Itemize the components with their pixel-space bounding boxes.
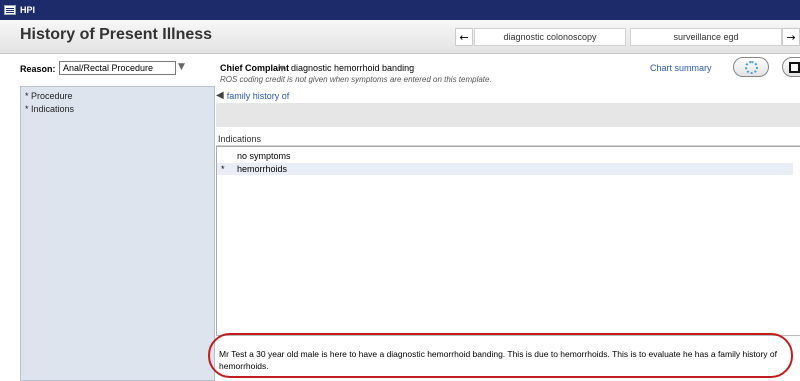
list-item-label: hemorrhoids [237, 164, 288, 174]
sidebar-item-indications[interactable]: * Indications [25, 103, 214, 116]
back-arrow-icon: ◀ [216, 90, 224, 101]
reason-dropdown-icon[interactable]: ▼ [178, 62, 185, 72]
next-tab-arrow-icon[interactable]: → [782, 28, 800, 46]
save-disk-icon [789, 61, 800, 73]
tab-diagnostic-colonoscopy[interactable]: diagnostic colonoscopy [474, 28, 626, 46]
back-link[interactable]: ◀ family history of [216, 90, 289, 101]
loading-spinner-icon [744, 60, 758, 74]
window-title: HPI [20, 5, 36, 15]
selected-marker: * [221, 164, 225, 174]
prev-tab-arrow-icon[interactable]: ← [455, 28, 473, 46]
list-item-label: no symptoms [237, 151, 291, 161]
list-item[interactable]: * hemorrhoids [217, 163, 793, 175]
app-list-icon [4, 5, 16, 15]
sidebar-item-procedure[interactable]: * Procedure [25, 90, 214, 103]
reason-select[interactable]: Anal/Rectal Procedure [59, 61, 176, 75]
window-titlebar: HPI [0, 0, 800, 20]
reason-label: Reason: [20, 64, 56, 74]
chart-summary-link[interactable]: Chart summary [650, 63, 712, 73]
annotation-highlight [208, 333, 793, 378]
refresh-button[interactable] [733, 57, 769, 77]
save-button[interactable] [782, 57, 800, 77]
page-title: History of Present Illness [20, 26, 213, 43]
list-item[interactable]: no symptoms [217, 150, 793, 162]
tab-surveillance-egd[interactable]: surveillance egd [630, 28, 782, 46]
ros-coding-note: ROS coding credit is not given when symp… [220, 75, 492, 84]
toolbar-strip [216, 103, 800, 127]
chief-complaint-value: diagnostic hemorrhoid banding [291, 63, 415, 73]
back-link-label: family history of [226, 90, 290, 101]
chief-complaint-dropdown-icon[interactable]: ▼ [279, 64, 285, 73]
indications-title: Indications [218, 134, 262, 144]
sidebar: * Procedure * Indications [20, 86, 215, 381]
